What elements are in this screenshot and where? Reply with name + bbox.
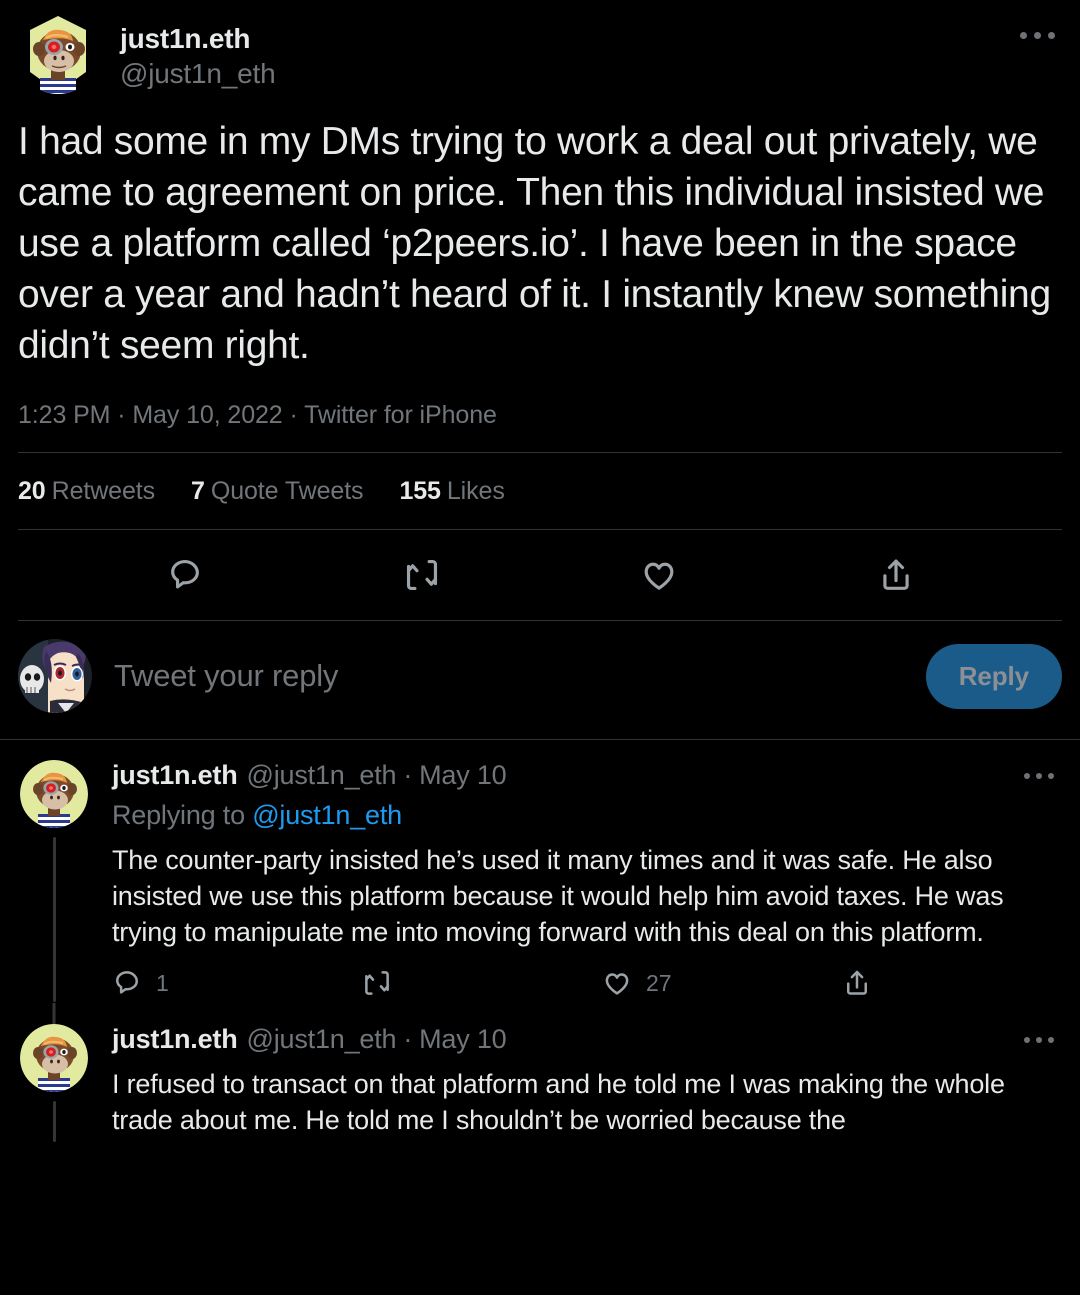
replying-to-prefix: Replying to [112,800,253,830]
avatar[interactable] [18,14,98,94]
thread-connector-line [52,1003,56,1024]
dot [1024,773,1030,779]
tweet-detail-screen: just1n.eth @just1n_eth I had some in my … [0,0,1080,1295]
avatar[interactable] [20,1024,88,1092]
quote-tweets-label: Quote Tweets [210,477,364,505]
bored-ape-avatar-image [20,1024,88,1092]
reply-button[interactable]: 1 [112,968,362,998]
avatar[interactable] [20,760,88,828]
author-display-name[interactable]: just1n.eth [120,22,275,55]
reply-actions: 1 27 [112,968,1062,998]
more-options-icon[interactable] [1016,764,1062,788]
stat-quote-tweets[interactable]: 7 Quote Tweets [191,477,364,506]
reply-composer: Tweet your reply Reply [0,621,1080,739]
main-tweet-header: just1n.eth @just1n_eth [18,0,1062,94]
reply-date[interactable]: May 10 [419,1024,507,1054]
replying-to-line: Replying to @just1n_eth [112,800,1062,831]
reply-icon [170,559,199,589]
retweet-button[interactable] [362,968,602,998]
separator: · [403,1024,413,1054]
reply-avatar-column [18,1003,90,1142]
reply-count: 1 [156,969,169,996]
reply-item: just1n.eth @just1n_eth · May 10 I refused t… [0,1002,1080,1142]
like-icon [605,973,629,995]
retweets-count: 20 [18,477,46,505]
reply-display-name[interactable]: just1n.eth [112,760,238,790]
likes-label: Likes [446,477,505,505]
reply-text: I refused to transact on that platform a… [112,1069,1005,1135]
dot [1036,1037,1042,1043]
retweet-icon [406,559,437,591]
bored-ape-avatar-image [20,760,88,828]
share-icon [882,559,909,590]
dot [1019,31,1027,39]
quote-tweets-count: 7 [191,477,205,505]
share-button[interactable] [842,968,872,998]
share-button[interactable] [873,552,919,598]
reply-display-name[interactable]: just1n.eth [112,1024,238,1054]
main-tweet-author-block: just1n.eth @just1n_eth [120,14,276,90]
anime-character-avatar-image [18,639,92,713]
reply-author-line: just1n.eth @just1n_eth · May 10 [112,1024,1062,1055]
reply-content: just1n.eth @just1n_eth · May 10 I refused t… [112,1024,1062,1142]
like-icon [644,562,673,590]
reply-submit-button[interactable]: Reply [925,643,1062,709]
stat-retweets[interactable]: 20 Retweets [18,477,155,506]
dot [1048,1037,1054,1043]
likes-count: 155 [399,477,441,505]
reply-icon [116,971,138,994]
thread-connector-line [52,837,56,1002]
stat-likes[interactable]: 155 Likes [399,477,504,506]
viewer-avatar[interactable] [18,639,92,713]
retweet-button[interactable] [399,552,445,598]
main-tweet: just1n.eth @just1n_eth I had some in my … [0,0,1080,621]
reply-date[interactable]: May 10 [419,760,507,790]
reply-handle[interactable]: @just1n_eth [247,1024,397,1054]
main-tweet-text: I had some in my DMs trying to work a de… [18,120,1051,367]
reply-author-line: just1n.eth @just1n_eth · May 10 [112,760,1062,791]
dot [1048,773,1054,779]
separator: · [403,760,413,790]
reply-avatar-column [18,760,90,1002]
like-button[interactable] [636,552,682,598]
reply-button[interactable] [162,552,208,598]
retweet-icon [365,971,389,995]
more-options-icon[interactable] [1012,22,1062,48]
more-options-icon[interactable] [1016,1028,1062,1052]
reply-item: just1n.eth @just1n_eth · May 10 Replying to… [0,740,1080,1002]
bored-ape-avatar-image [18,14,98,94]
thread-connector-line [52,1101,56,1142]
replying-to-handle[interactable]: @just1n_eth [252,800,402,830]
reply-text: The counter-party insisted he’s used it … [112,845,1004,947]
like-count: 27 [646,969,672,996]
main-tweet-actions [18,530,1062,620]
reply-content: just1n.eth @just1n_eth · May 10 Replying to… [112,760,1062,1002]
engagement-stats: 20 Retweets 7 Quote Tweets 155 Likes [18,453,1062,529]
share-icon [847,970,867,995]
dot [1033,31,1041,39]
dot [1036,773,1042,779]
retweets-label: Retweets [51,477,156,505]
dot [1047,31,1055,39]
author-handle[interactable]: @just1n_eth [120,57,276,90]
reply-input-placeholder[interactable]: Tweet your reply [114,658,926,694]
reply-handle[interactable]: @just1n_eth [247,760,397,790]
like-button[interactable]: 27 [602,968,842,998]
dot [1024,1037,1030,1043]
main-tweet-timestamp[interactable]: 1:23 PM · May 10, 2022 · Twitter for iPh… [18,401,1062,430]
